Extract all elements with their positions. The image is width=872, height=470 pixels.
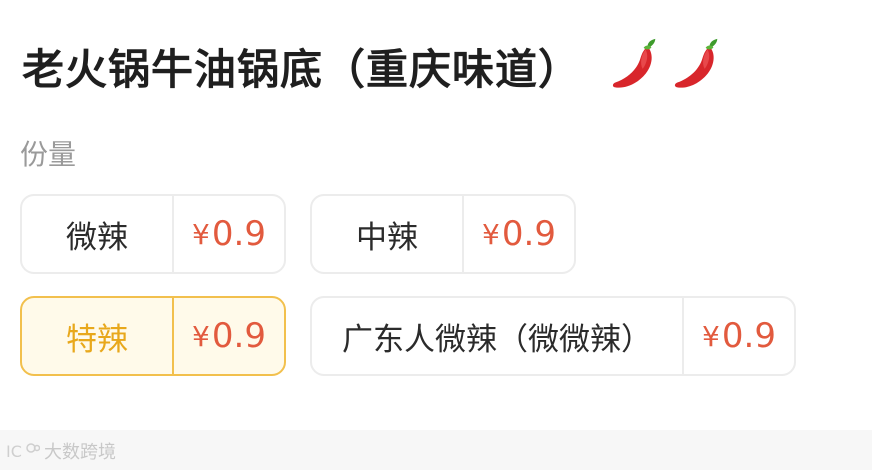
currency-symbol: ¥ <box>192 319 210 353</box>
watermark-text: 大数跨境 <box>44 442 116 463</box>
option-name: 特辣 <box>22 298 174 374</box>
bottom-bar <box>0 430 872 470</box>
option-zhongla[interactable]: 中辣 ¥ 0.9 <box>310 194 576 274</box>
option-price: ¥ 0.9 <box>684 298 794 374</box>
svg-text:IC: IC <box>6 442 22 461</box>
option-price: ¥ 0.9 <box>174 298 284 374</box>
option-name: 微辣 <box>22 196 174 272</box>
currency-symbol: ¥ <box>192 217 210 251</box>
dish-header: 老火锅牛油锅底（重庆味道） <box>22 28 725 104</box>
option-price: ¥ 0.9 <box>464 196 574 272</box>
spice-level-indicator <box>605 37 725 95</box>
chili-pepper-icon <box>612 38 656 88</box>
watermark-logo-icon: IC <box>6 442 40 461</box>
price-value: 0.9 <box>211 214 266 254</box>
option-tela[interactable]: 特辣 ¥ 0.9 <box>20 296 286 376</box>
option-name: 中辣 <box>312 196 464 272</box>
option-guangdong-weila[interactable]: 广东人微辣（微微辣） ¥ 0.9 <box>310 296 796 376</box>
price-value: 0.9 <box>721 316 776 356</box>
option-weila[interactable]: 微辣 ¥ 0.9 <box>20 194 286 274</box>
dish-title: 老火锅牛油锅底（重庆味道） <box>22 44 582 94</box>
currency-symbol: ¥ <box>482 217 500 251</box>
price-value: 0.9 <box>501 214 556 254</box>
option-price: ¥ 0.9 <box>174 196 284 272</box>
portion-label: 份量 <box>20 138 77 171</box>
chili-pepper-icon <box>674 38 718 88</box>
currency-symbol: ¥ <box>702 319 720 353</box>
price-value: 0.9 <box>211 316 266 356</box>
watermark: IC 大数跨境 <box>6 438 116 464</box>
option-name: 广东人微辣（微微辣） <box>312 298 684 374</box>
